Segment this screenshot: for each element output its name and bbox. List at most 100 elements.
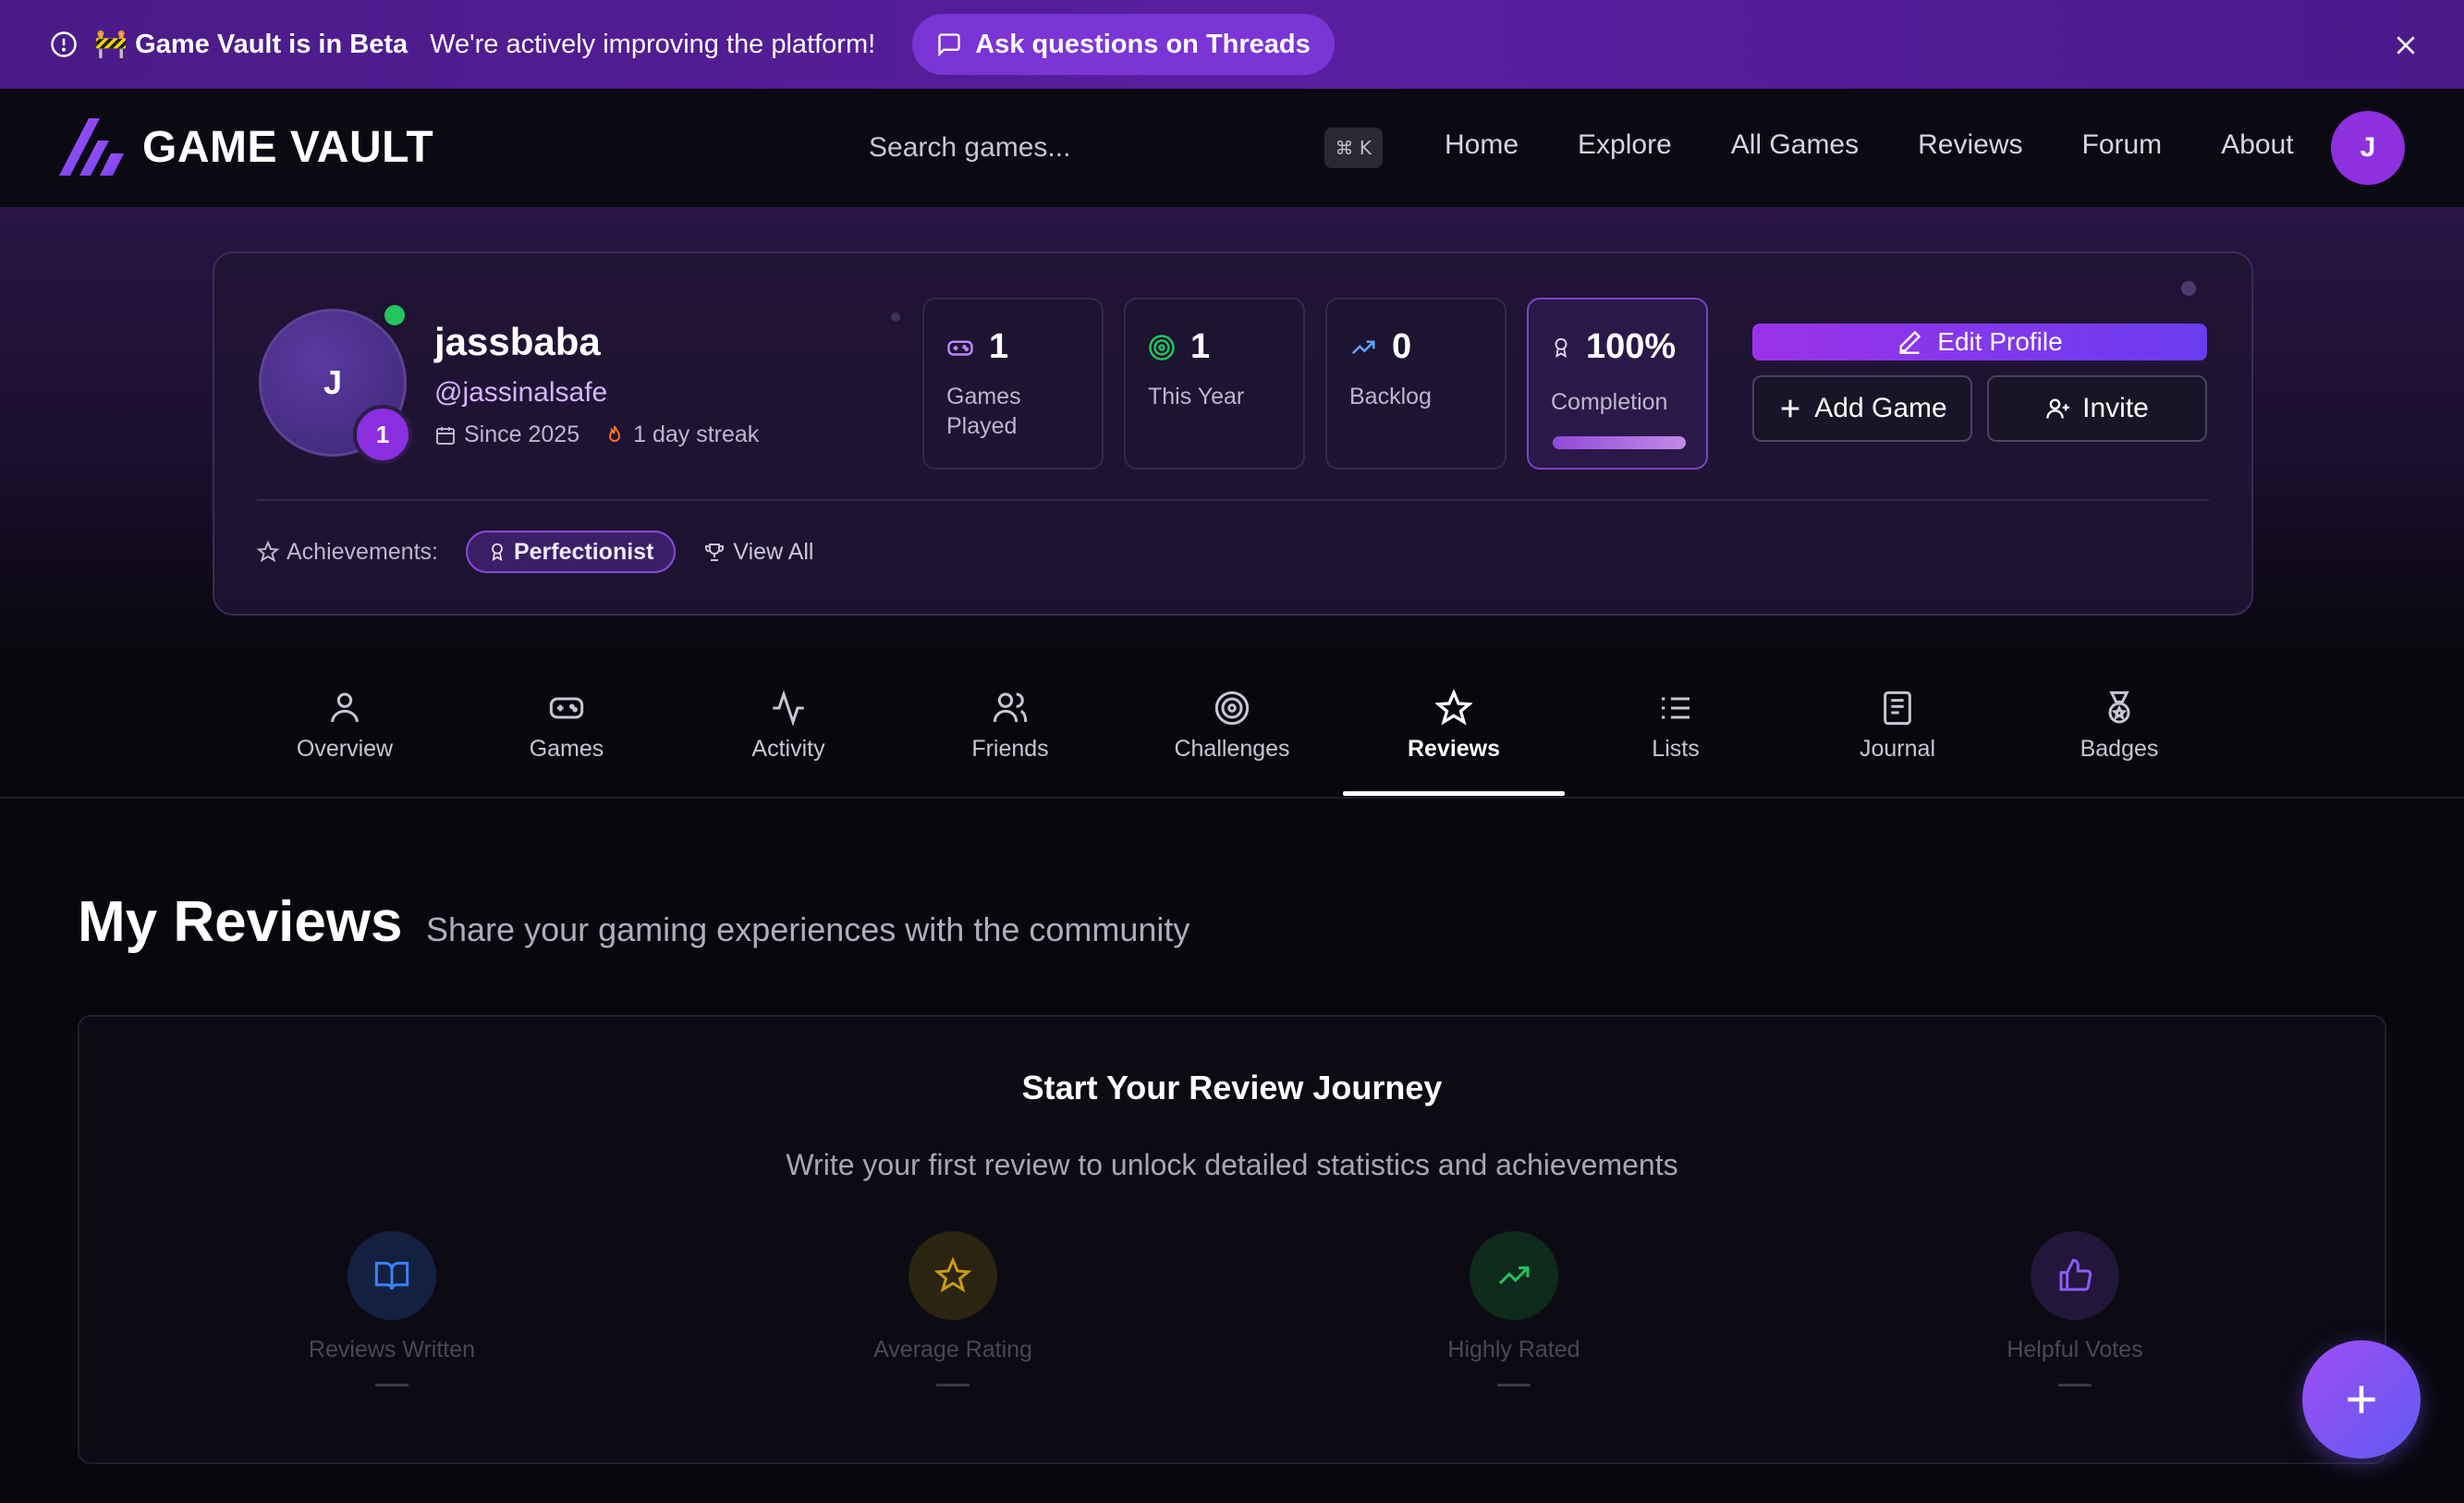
trophy-icon [705, 544, 725, 561]
tab-label: Lists [1652, 736, 1700, 762]
message-square-icon [938, 33, 960, 57]
achievement-badge-perfectionist[interactable]: Perfectionist [465, 531, 677, 573]
add-game-button[interactable]: Add Game [1752, 375, 1972, 442]
stat-value: 0 [1392, 327, 1412, 366]
tab-overview[interactable]: Overview [234, 660, 456, 799]
page-title: My Reviews [78, 890, 403, 954]
nav-links: Home Explore All Games Reviews Forum Abo… [1445, 129, 2294, 161]
beta-message: We're actively improving the platform! [430, 29, 876, 59]
user-handle: @jassinalsafe [434, 377, 608, 408]
journey-text: Write your first review to unlock detail… [786, 1148, 1678, 1181]
tab-label: Overview [296, 736, 394, 762]
achievements-row: Achievements: Perfectionist View All [257, 531, 814, 573]
stat-label: Average Rating [873, 1337, 1032, 1362]
journey-title: Start Your Review Journey [1021, 1069, 1443, 1106]
username: jassbaba [434, 320, 601, 363]
tab-lists[interactable]: Lists [1565, 660, 1787, 799]
view-all-achievements-link[interactable]: View All [703, 539, 814, 566]
nav-link-home[interactable]: Home [1445, 129, 1519, 161]
user-avatar[interactable]: J [2331, 111, 2405, 185]
medal-icon [2108, 690, 2130, 724]
target-icon [1149, 334, 1175, 360]
list-icon [1662, 697, 1689, 719]
nav-link-all-games[interactable]: All Games [1731, 129, 1859, 161]
stat-label: This Year [1148, 384, 1245, 409]
edit-profile-button[interactable]: Edit Profile [1752, 324, 2207, 360]
stat-reviews-written: Reviews Written [253, 1231, 531, 1387]
stat-label: Backlog [1349, 384, 1432, 409]
trending-up-icon [1351, 340, 1375, 354]
tab-label: Games [529, 736, 604, 762]
keyboard-shortcut: ⌘ K [1323, 128, 1383, 168]
nav-link-forum[interactable]: Forum [2082, 129, 2163, 161]
tab-reviews[interactable]: Reviews [1343, 660, 1565, 799]
divider [257, 499, 2209, 501]
activity-icon [773, 690, 804, 727]
logo-text: GAME VAULT [142, 122, 434, 172]
search-placeholder: Search games... [869, 132, 1071, 163]
achievements-label: Achievements: [287, 538, 438, 565]
tab-label: Journal [1860, 736, 1935, 762]
stat-value: 100% [1586, 327, 1677, 366]
star-icon [1435, 690, 1472, 726]
gamepad-icon [549, 697, 584, 719]
nav-link-explore[interactable]: Explore [1578, 129, 1672, 161]
nav-link-about[interactable]: About [2221, 129, 2293, 161]
stat-average-rating: Average Rating [814, 1231, 1092, 1387]
profile-meta: Since 2025 1 day streak [434, 422, 759, 448]
page-subtitle: Share your gaming experiences with the c… [426, 910, 1190, 948]
beta-banner: 🚧 Game Vault is in Beta We're actively i… [0, 0, 2464, 89]
target-icon [1214, 690, 1250, 726]
stat-value: 1 [989, 327, 1009, 366]
stat-this-year[interactable]: 1 This Year [1124, 298, 1305, 470]
stat-label: Highly Rated [1447, 1337, 1580, 1362]
add-review-fab[interactable] [2302, 1340, 2421, 1459]
ask-threads-button[interactable]: Ask questions on Threads [912, 14, 1335, 75]
tab-games[interactable]: Games [456, 660, 677, 799]
top-navigation: GAME VAULT Search games... ⌘ K Home Expl… [0, 89, 2464, 207]
level-badge: 1 [353, 405, 412, 464]
stat-value: 1 [1190, 327, 1211, 366]
tab-badges[interactable]: Badges [2008, 660, 2230, 799]
active-tab-indicator [1343, 791, 1565, 796]
stat-games-played[interactable]: 1 Games Played [922, 298, 1104, 470]
book-icon [374, 1262, 409, 1290]
stat-completion[interactable]: 100% Completion [1527, 298, 1708, 470]
close-icon[interactable] [2394, 33, 2418, 57]
plus-icon [2348, 1386, 2375, 1413]
tab-label: Friends [971, 736, 1049, 762]
stat-helpful-votes: Helpful Votes [1936, 1231, 2214, 1387]
plus-icon [1781, 399, 1799, 418]
achievement-name: Perfectionist [513, 538, 654, 565]
search-input[interactable]: Search games... ⌘ K [850, 120, 1383, 176]
award-icon [1555, 337, 1567, 358]
profile-card: J 1 jassbaba @jassinalsafe Since 2025 1 … [213, 251, 2253, 616]
tab-label: Badges [2080, 736, 2159, 762]
users-icon [993, 692, 1028, 723]
stat-empty-value [1497, 1384, 1531, 1387]
add-game-label: Add Game [1814, 393, 1947, 423]
invite-label: Invite [2082, 393, 2149, 423]
nav-link-reviews[interactable]: Reviews [1918, 129, 2022, 161]
tab-challenges[interactable]: Challenges [1121, 660, 1343, 799]
tab-label: Activity [751, 736, 825, 762]
user-plus-icon [2046, 398, 2069, 419]
stat-icon-circle [348, 1231, 436, 1320]
star-icon [257, 541, 279, 563]
member-since: Since 2025 [464, 422, 580, 447]
tab-journal[interactable]: Journal [1787, 660, 2008, 799]
threads-label: Ask questions on Threads [975, 29, 1311, 59]
logo[interactable]: GAME VAULT [57, 116, 433, 177]
stat-label: Games Played [946, 384, 1021, 439]
invite-button[interactable]: Invite [1987, 375, 2207, 442]
tab-activity[interactable]: Activity [677, 660, 899, 799]
stat-empty-value [2058, 1384, 2092, 1387]
award-icon [492, 543, 503, 561]
tab-friends[interactable]: Friends [899, 660, 1121, 799]
profile-tabs: Overview Games Activity Friends Challeng… [0, 660, 2464, 799]
beta-title: 🚧 Game Vault is in Beta [94, 30, 409, 59]
edit-profile-label: Edit Profile [1937, 327, 2063, 356]
stat-backlog[interactable]: 0 Backlog [1325, 298, 1506, 470]
completion-progress-bar [1553, 436, 1686, 449]
notebook-icon [1884, 690, 1911, 726]
